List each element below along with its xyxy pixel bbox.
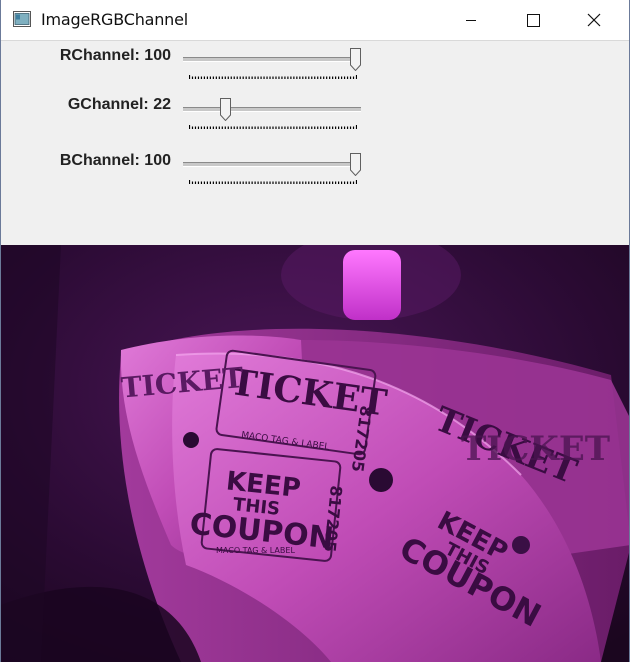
maker-text-bottom: MACO TAG & LABEL [216, 546, 295, 555]
close-button[interactable] [571, 0, 617, 40]
bchannel-label: BChannel: 100 [59, 152, 171, 169]
slider-track [183, 107, 361, 112]
gchannel-slider[interactable] [181, 91, 363, 131]
rchannel-slider[interactable] [181, 41, 363, 81]
image-display: TICKET TICKET TICKET TICKET MACO TAG & L… [1, 245, 629, 662]
slider-thumb[interactable] [350, 153, 361, 176]
ticket-word-right: TICKET [461, 429, 610, 469]
slider-ticks [189, 75, 357, 79]
app-window: ImageRGBChannel RChannel: 100 GChannel: … [0, 0, 630, 662]
ticket-photo: TICKET TICKET TICKET TICKET MACO TAG & L… [1, 245, 629, 662]
app-window-icon [13, 11, 31, 27]
minimize-icon [466, 20, 476, 21]
bchannel-slider[interactable] [181, 146, 363, 186]
maximize-button[interactable] [510, 0, 556, 40]
channel-controls: RChannel: 100 GChannel: 22 BChannel: 100 [1, 41, 629, 244]
close-icon [587, 13, 601, 27]
rchannel-label: RChannel: 100 [59, 47, 171, 64]
slider-track [183, 162, 361, 167]
maximize-icon [526, 13, 540, 27]
title-bar[interactable]: ImageRGBChannel [1, 0, 629, 41]
slider-thumb[interactable] [219, 98, 231, 121]
window-title: ImageRGBChannel [41, 10, 189, 29]
slider-thumb[interactable] [350, 48, 361, 71]
slider-ticks [189, 180, 357, 184]
gchannel-label: GChannel: 22 [67, 96, 171, 113]
minimize-button[interactable] [448, 0, 494, 40]
slider-ticks [189, 125, 357, 129]
slider-track [183, 57, 361, 62]
